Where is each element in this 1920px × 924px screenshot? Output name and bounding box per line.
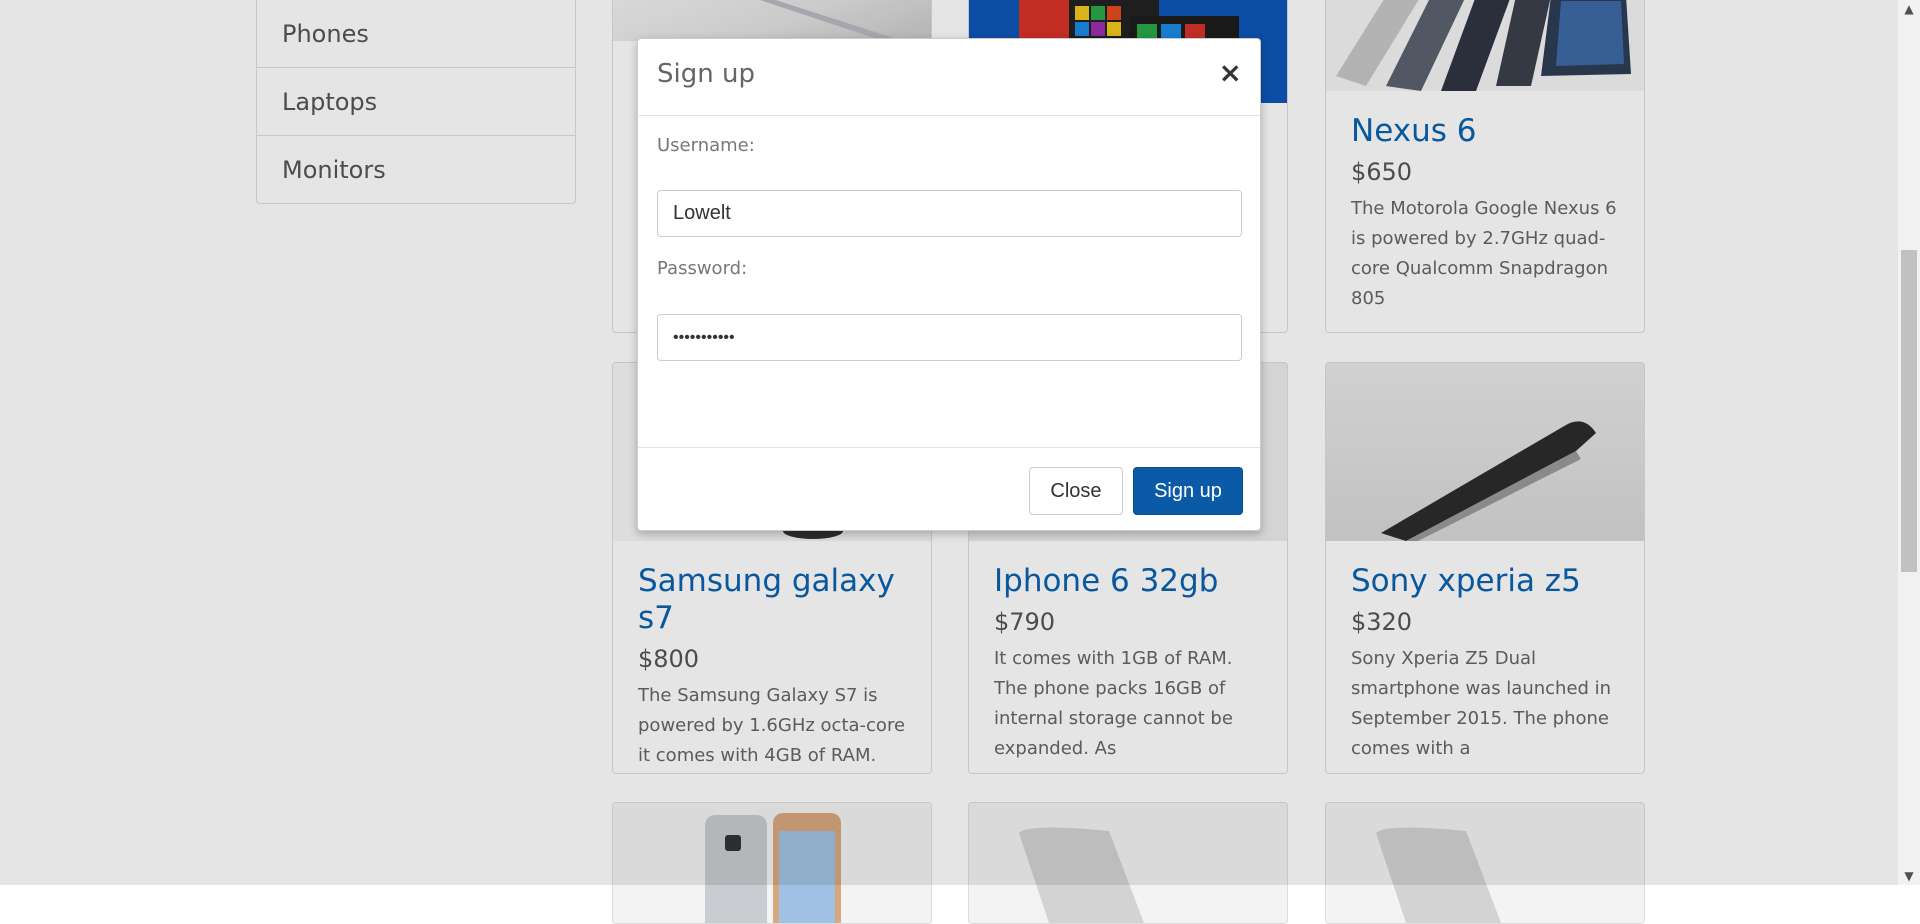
scroll-down-icon[interactable]: ▼: [1898, 867, 1920, 885]
modal-title: Sign up: [657, 59, 755, 89]
scroll-thumb[interactable]: [1901, 250, 1917, 572]
page-scrollbar[interactable]: ▲ ▼: [1898, 0, 1920, 885]
modal-header: Sign up ×: [638, 39, 1260, 116]
username-field[interactable]: Lowelt: [657, 190, 1242, 237]
password-label: Password:: [657, 258, 748, 279]
signup-modal: Sign up × Username: Lowelt Password: •••…: [637, 38, 1261, 531]
modal-footer: Close Sign up: [638, 447, 1260, 530]
username-label: Username:: [657, 135, 755, 156]
signup-button[interactable]: Sign up: [1133, 467, 1243, 515]
modal-body: Username: Lowelt Password: •••••••••••: [638, 116, 1260, 447]
close-icon[interactable]: ×: [1219, 59, 1242, 87]
close-button[interactable]: Close: [1029, 467, 1123, 515]
password-field[interactable]: •••••••••••: [657, 314, 1242, 361]
scroll-up-icon[interactable]: ▲: [1898, 0, 1920, 18]
